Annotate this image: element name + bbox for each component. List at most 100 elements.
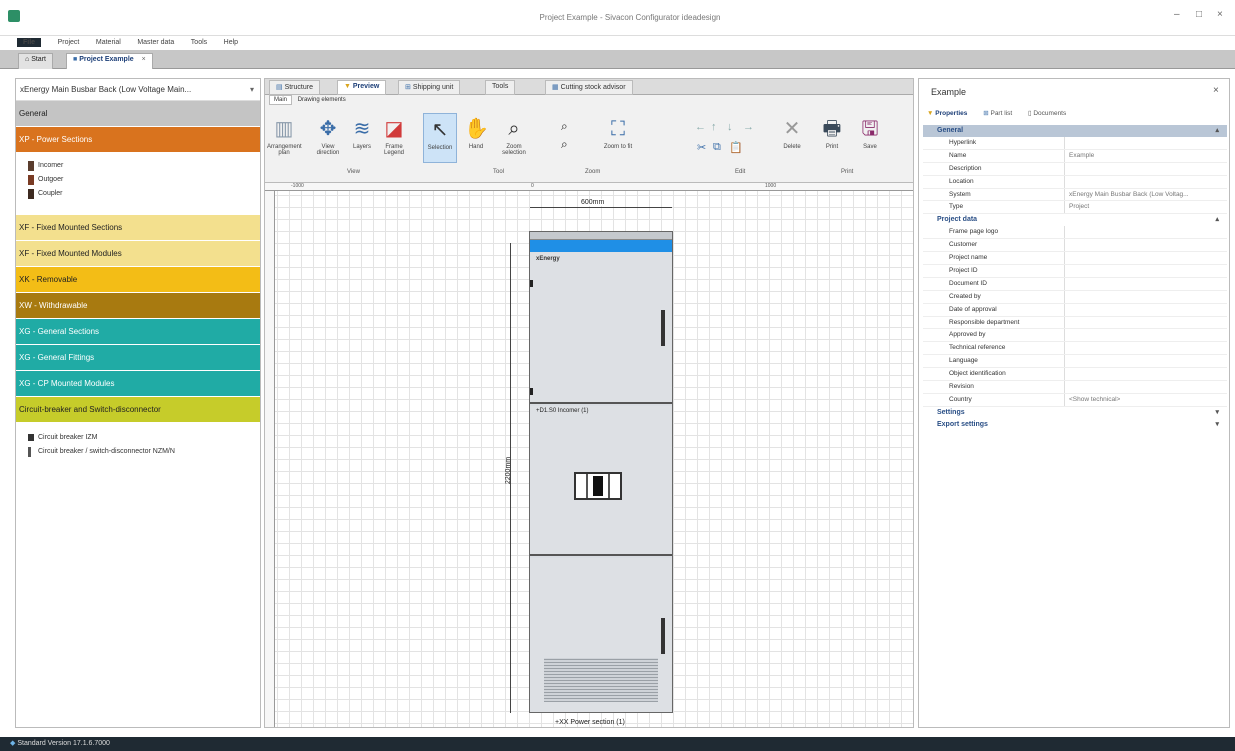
property-row[interactable]: Revision (923, 381, 1227, 394)
minimize-icon[interactable]: – (1174, 9, 1180, 20)
list-item-incomer[interactable]: Incomer (16, 159, 260, 173)
group-item[interactable]: XK - Removable (16, 267, 260, 293)
group-item[interactable]: XF - Fixed Mounted Modules (16, 241, 260, 267)
property-row[interactable]: Language (923, 355, 1227, 369)
panel-close-icon[interactable]: × (1213, 85, 1219, 96)
frame-legend-button[interactable]: ◪ Frame Legend (377, 117, 411, 156)
view-direction-button[interactable]: ✥ View direction (311, 117, 345, 156)
tab-properties[interactable]: ▼ Properties (927, 110, 967, 117)
property-value[interactable] (1065, 265, 1227, 277)
property-row[interactable]: Created by (923, 290, 1227, 304)
list-item-coupler[interactable]: Coupler (16, 187, 260, 201)
zoom-out-icon[interactable]: ⌕ (561, 137, 568, 152)
drawing-canvas[interactable]: -1000 0 1000 600mm 2200mm xEnergy +D1.S0… (265, 183, 913, 727)
zoom-in-icon[interactable]: ⌕ (561, 119, 568, 134)
tab-close-icon[interactable]: × (142, 56, 146, 63)
property-row[interactable]: Project ID (923, 265, 1227, 278)
property-value[interactable] (1065, 342, 1227, 354)
property-value[interactable] (1065, 176, 1227, 188)
arrow-up-icon[interactable]: ↑ (711, 121, 717, 133)
close-icon[interactable]: × (1217, 9, 1223, 20)
arrangement-plan-button[interactable]: ▥ Arrangement plan (267, 117, 302, 156)
section-settings[interactable]: Settings ▾ (923, 407, 1227, 419)
layers-button[interactable]: ≋ Layers (345, 117, 379, 150)
list-item-circuit-breaker-izm[interactable]: Circuit breaker IZM (16, 431, 260, 445)
group-item[interactable]: XG - CP Mounted Modules (16, 371, 260, 397)
property-value[interactable] (1065, 291, 1227, 303)
property-row[interactable]: Frame page logo (923, 226, 1227, 240)
save-button[interactable]: 🖫 Save (853, 117, 887, 150)
zoom-selection-button[interactable]: ⌕ Zoom selection (497, 117, 531, 156)
cabinet-door-upper[interactable]: xEnergy (530, 252, 672, 404)
property-value[interactable] (1065, 355, 1227, 367)
property-value[interactable]: Example (1065, 150, 1227, 162)
group-item[interactable]: XF - Fixed Mounted Sections (16, 215, 260, 241)
system-selector[interactable]: xEnergy Main Busbar Back (Low Voltage Ma… (16, 79, 260, 101)
property-row[interactable]: Document ID (923, 277, 1227, 291)
group-general[interactable]: General (16, 101, 260, 127)
property-value[interactable] (1065, 226, 1227, 238)
cabinet-door-lower[interactable] (530, 558, 672, 712)
menu-tools[interactable]: Tools (191, 39, 207, 46)
property-value[interactable] (1065, 278, 1227, 290)
arrow-down-icon[interactable]: ↓ (727, 121, 733, 133)
section-general[interactable]: General ▴ (923, 125, 1227, 137)
selection-button[interactable]: ↖ Selection (423, 113, 457, 163)
property-row[interactable]: Approved by (923, 329, 1227, 343)
list-item-circuit-breaker-nzm[interactable]: Circuit breaker / switch-disconnector NZ… (16, 445, 260, 459)
property-value[interactable]: <Show technical> (1065, 394, 1227, 406)
file-menu[interactable]: File (17, 38, 42, 47)
property-row[interactable]: Date of approval (923, 303, 1227, 317)
property-row[interactable]: System xEnergy Main Busbar Back (Low Volt… (923, 188, 1227, 202)
subtab-drawing-elements[interactable]: Drawing elements (294, 96, 350, 104)
property-value[interactable]: xEnergy Main Busbar Back (Low Voltag... (1065, 189, 1227, 201)
property-row[interactable]: Location (923, 175, 1227, 189)
property-value[interactable] (1065, 317, 1227, 329)
property-value[interactable] (1065, 252, 1227, 264)
group-item[interactable]: XG - General Fittings (16, 345, 260, 371)
tab-shipping-unit[interactable]: ⊞ Shipping unit (398, 80, 461, 95)
group-item[interactable]: XW - Withdrawable (16, 293, 260, 319)
print-button[interactable]: 🖶 Print (815, 117, 849, 150)
hand-button[interactable]: ✋ Hand (459, 117, 493, 150)
group-item[interactable]: XG - General Sections (16, 319, 260, 345)
copy-icon[interactable]: ⧉ (713, 141, 721, 154)
menu-project[interactable]: Project (58, 39, 80, 46)
paste-icon[interactable]: 📋 (729, 141, 743, 154)
arrow-left-icon[interactable]: ← (695, 121, 706, 133)
property-value[interactable] (1065, 329, 1227, 341)
tab-tools[interactable]: Tools (485, 80, 516, 95)
property-row[interactable]: Technical reference (923, 342, 1227, 356)
property-value[interactable]: Project (1065, 201, 1227, 213)
pin-icon[interactable]: ▾ (250, 85, 254, 94)
menu-material[interactable]: Material (96, 39, 121, 46)
arrow-right-icon[interactable]: → (743, 121, 754, 133)
property-value[interactable] (1065, 137, 1227, 149)
tab-structure[interactable]: ▤ Structure (269, 80, 320, 95)
property-row[interactable]: Object identification (923, 368, 1227, 382)
property-row[interactable]: Country <Show technical> (923, 393, 1227, 407)
list-item-outgoer[interactable]: Outgoer (16, 173, 260, 187)
section-project-data[interactable]: Project data ▴ (923, 214, 1227, 226)
menu-master-data[interactable]: Master data (137, 39, 174, 46)
property-row[interactable]: Project name (923, 252, 1227, 266)
property-row[interactable]: Responsible department (923, 316, 1227, 330)
group-power-sections[interactable]: XP - Power Sections (16, 127, 260, 153)
delete-button[interactable]: ✕ Delete (775, 117, 809, 150)
menu-help[interactable]: Help (224, 39, 238, 46)
tab-documents[interactable]: ▯ Documents (1028, 110, 1066, 117)
tab-start[interactable]: ⌂ Start (18, 53, 53, 69)
tab-part-list[interactable]: ⊞ Part list (983, 110, 1012, 117)
property-row[interactable]: Type Project (923, 201, 1227, 215)
property-row[interactable]: Customer (923, 239, 1227, 253)
tab-cutting-stock[interactable]: ▦ Cutting stock advisor (545, 80, 633, 95)
group-item[interactable]: Circuit-breaker and Switch-disconnector (16, 397, 260, 423)
property-row[interactable]: Name Example (923, 149, 1227, 163)
cut-icon[interactable]: ✂ (697, 141, 706, 154)
property-value[interactable] (1065, 163, 1227, 175)
subtab-main[interactable]: Main (269, 95, 293, 105)
maximize-icon[interactable]: □ (1196, 9, 1202, 20)
property-value[interactable] (1065, 368, 1227, 380)
section-export-settings[interactable]: Export settings ▾ (923, 419, 1227, 431)
property-value[interactable] (1065, 239, 1227, 251)
